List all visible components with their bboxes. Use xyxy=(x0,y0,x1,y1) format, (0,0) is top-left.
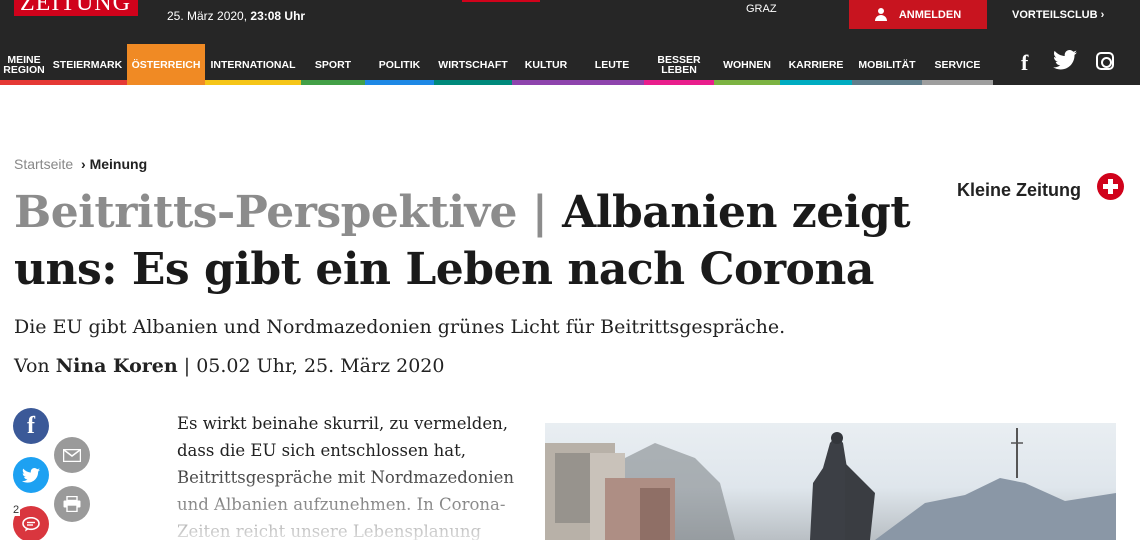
search-bar-accent xyxy=(462,0,540,2)
nav-item-0[interactable]: MEINE REGION xyxy=(0,44,48,85)
nav-color-bar xyxy=(434,80,512,85)
nav-item-label: ÖSTERREICH xyxy=(131,58,201,71)
nav-color-bar xyxy=(205,80,301,85)
facebook-icon[interactable]: f xyxy=(1021,50,1028,76)
twitter-icon[interactable] xyxy=(1053,50,1077,75)
breadcrumb-current[interactable]: Meinung xyxy=(90,156,148,172)
nav-item-2[interactable]: ÖSTERREICH xyxy=(127,44,205,85)
nav-item-10[interactable]: WOHNEN xyxy=(714,44,780,85)
mail-icon[interactable] xyxy=(54,437,90,473)
nav-item-label: WIRTSCHAFT xyxy=(438,58,508,71)
nav-color-bar xyxy=(0,80,48,85)
publish-date: | 05.02 Uhr, 25. März 2020 xyxy=(183,355,445,377)
login-button[interactable]: ANMELDEN xyxy=(849,0,987,29)
article-headline: Beitritts-Perspektive | Albanien zeigt u… xyxy=(14,184,914,298)
nav-item-13[interactable]: SERVICE xyxy=(922,44,993,85)
nav-color-bar xyxy=(852,80,922,85)
article-byline: Von Nina Koren | 05.02 Uhr, 25. März 202… xyxy=(14,355,445,377)
nav-item-3[interactable]: INTERNATIONAL xyxy=(205,44,301,85)
nav-item-label: STEIERMARK xyxy=(52,58,123,71)
nav-item-label: POLITIK xyxy=(378,58,421,71)
nav-item-1[interactable]: STEIERMARK xyxy=(48,44,127,85)
nav-color-bar xyxy=(127,80,205,85)
nav-item-label: KARRIERE xyxy=(788,58,844,71)
photo-scene xyxy=(545,428,1116,540)
nav-item-8[interactable]: LEUTE xyxy=(580,44,644,85)
nav-item-label: SERVICE xyxy=(934,58,981,71)
city-selector[interactable]: GRAZ xyxy=(746,3,777,15)
nav-item-5[interactable]: POLITIK xyxy=(365,44,434,85)
nav-color-bar xyxy=(644,80,714,85)
site-header: ZEITUNG 25. März 2020, 23:08 Uhr GRAZ AN… xyxy=(0,0,1140,85)
date-text: 25. März 2020, xyxy=(167,9,248,23)
article-kicker: Beitritts-Perspektive | xyxy=(14,187,548,238)
nav-item-label: LEUTE xyxy=(594,58,630,71)
text-fade-overlay xyxy=(170,460,530,540)
author-link[interactable]: Nina Koren xyxy=(56,355,178,377)
breadcrumb: Startseite › Meinung xyxy=(14,156,147,172)
nav-item-11[interactable]: KARRIERE xyxy=(780,44,852,85)
nav-item-label: BESSER LEBEN xyxy=(657,53,701,76)
nav-item-label: MEINE REGION xyxy=(3,53,45,76)
nav-item-label: WOHNEN xyxy=(723,58,771,71)
nav-item-4[interactable]: SPORT xyxy=(301,44,365,85)
nav-item-label: MOBILITÄT xyxy=(858,58,916,71)
comment-count: 2 xyxy=(12,504,21,516)
nav-color-bar xyxy=(580,80,644,85)
vorteilsclub-link[interactable]: VORTEILSCLUB › xyxy=(1012,9,1104,21)
plus-icon[interactable] xyxy=(1097,173,1124,200)
nav-color-bar xyxy=(922,80,993,85)
nav-color-bar xyxy=(48,80,127,85)
nav-color-bar xyxy=(365,80,434,85)
byline-prefix: Von xyxy=(14,355,50,377)
nav-item-7[interactable]: KULTUR xyxy=(512,44,580,85)
current-date: 25. März 2020, 23:08 Uhr xyxy=(167,9,305,23)
nav-color-bar xyxy=(512,80,580,85)
nav-color-bar xyxy=(301,80,365,85)
kleine-zeitung-plus-label[interactable]: Kleine Zeitung xyxy=(957,180,1081,201)
article-photo[interactable] xyxy=(545,423,1116,540)
login-label: ANMELDEN xyxy=(898,8,962,21)
nav-item-6[interactable]: WIRTSCHAFT xyxy=(434,44,512,85)
nav-color-bar xyxy=(714,80,780,85)
body-line: Es wirkt beinahe skurril, zu vermelden, xyxy=(177,414,508,433)
breadcrumb-separator: › xyxy=(81,156,86,172)
user-icon xyxy=(874,8,887,21)
breadcrumb-home[interactable]: Startseite xyxy=(14,156,73,172)
nav-item-label: SPORT xyxy=(314,58,352,71)
time-text: 23:08 Uhr xyxy=(250,9,306,23)
article-lead: Die EU gibt Albanien und Nordmazedonien … xyxy=(14,316,786,338)
nav-item-label: INTERNATIONAL xyxy=(210,58,296,71)
nav-item-9[interactable]: BESSER LEBEN xyxy=(644,44,714,85)
nav-item-label: KULTUR xyxy=(524,58,568,71)
site-logo[interactable]: ZEITUNG xyxy=(14,0,138,16)
share-twitter-icon[interactable] xyxy=(13,457,49,493)
main-navigation: MEINE REGION STEIERMARK ÖSTERREICH INTERNAT… xyxy=(0,44,993,85)
share-facebook-icon[interactable]: f xyxy=(13,408,49,444)
print-icon[interactable] xyxy=(54,486,90,522)
nav-color-bar xyxy=(780,80,852,85)
instagram-icon[interactable] xyxy=(1096,52,1114,70)
nav-item-12[interactable]: MOBILITÄT xyxy=(852,44,922,85)
